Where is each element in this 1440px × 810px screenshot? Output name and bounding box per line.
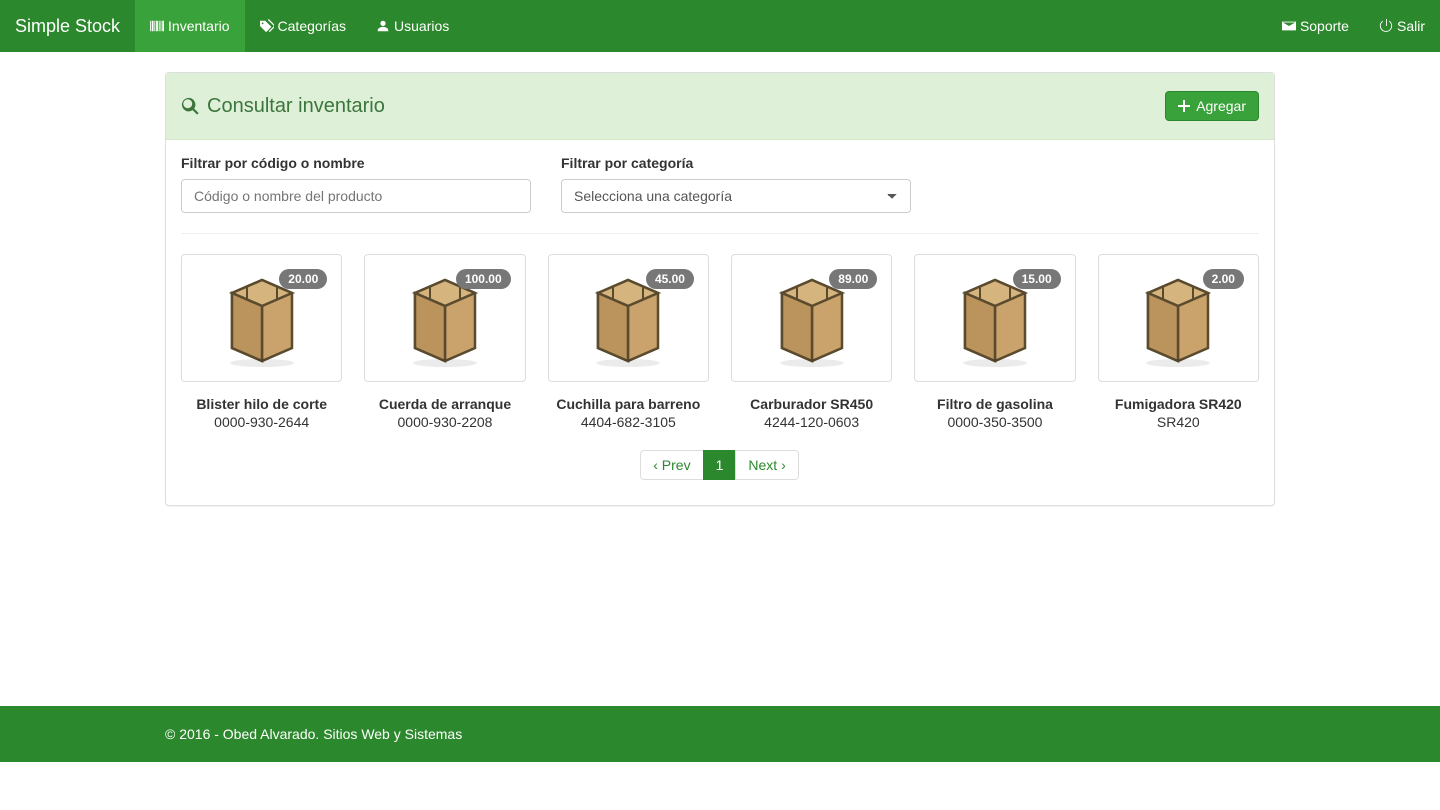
pagination: ‹ Prev 1 Next › (181, 450, 1259, 480)
qty-badge: 15.00 (1013, 269, 1061, 289)
qty-badge: 2.00 (1203, 269, 1244, 289)
page-current[interactable]: 1 (703, 450, 737, 480)
user-icon (376, 19, 390, 33)
panel-heading: Consultar inventario Agregar (166, 73, 1274, 140)
nav-inventario[interactable]: Inventario (135, 0, 244, 52)
product-card[interactable]: 15.00 Filtro de gasolina 0000-350-3500 (914, 254, 1075, 430)
footer: © 2016 - Obed Alvarado. Sitios Web y Sis… (0, 706, 1440, 762)
filter-code-input[interactable] (181, 179, 531, 213)
tags-icon (260, 19, 274, 33)
product-thumbnail: 89.00 (731, 254, 892, 382)
filters: Filtrar por código o nombre Filtrar por … (181, 155, 1259, 213)
product-name: Cuchilla para barreno (548, 396, 709, 412)
product-card[interactable]: 2.00 Fumigadora SR420 SR420 (1098, 254, 1259, 430)
filter-code-group: Filtrar por código o nombre (181, 155, 531, 213)
divider (181, 233, 1259, 234)
product-name: Blister hilo de corte (181, 396, 342, 412)
product-code: 4404-682-3105 (548, 414, 709, 430)
panel-title: Consultar inventario (181, 95, 385, 118)
page-prev[interactable]: ‹ Prev (640, 450, 703, 480)
plus-icon (1178, 100, 1190, 112)
qty-badge: 20.00 (279, 269, 327, 289)
page-next[interactable]: Next › (735, 450, 798, 480)
product-thumbnail: 45.00 (548, 254, 709, 382)
product-card[interactable]: 20.00 Blister hilo de corte 0000-930-264… (181, 254, 342, 430)
product-code: 0000-930-2644 (181, 414, 342, 430)
filter-category-group: Filtrar por categoría Selecciona una cat… (561, 155, 911, 213)
product-thumbnail: 100.00 (364, 254, 525, 382)
qty-badge: 100.00 (456, 269, 511, 289)
product-card[interactable]: 45.00 Cuchilla para barreno 4404-682-310… (548, 254, 709, 430)
filter-category-select[interactable]: Selecciona una categoría (561, 179, 911, 213)
product-name: Filtro de gasolina (914, 396, 1075, 412)
navbar: Simple Stock Inventario Categorías Usuar… (0, 0, 1440, 52)
nav-right: Soporte Salir (1267, 0, 1440, 52)
qty-badge: 89.00 (829, 269, 877, 289)
product-thumbnail: 20.00 (181, 254, 342, 382)
brand[interactable]: Simple Stock (0, 0, 135, 52)
inventory-panel: Consultar inventario Agregar Filtrar por… (165, 72, 1275, 506)
product-name: Cuerda de arranque (364, 396, 525, 412)
qty-badge: 45.00 (646, 269, 694, 289)
footer-text: © 2016 - Obed Alvarado. Sitios Web y Sis… (165, 726, 462, 742)
power-icon (1379, 19, 1393, 33)
product-grid: 20.00 Blister hilo de corte 0000-930-264… (181, 254, 1259, 430)
nav-soporte[interactable]: Soporte (1267, 0, 1364, 52)
product-code: 4244-120-0603 (731, 414, 892, 430)
add-button[interactable]: Agregar (1165, 91, 1259, 121)
product-code: 0000-350-3500 (914, 414, 1075, 430)
filter-code-label: Filtrar por código o nombre (181, 155, 531, 171)
barcode-icon (150, 19, 164, 33)
envelope-icon (1282, 19, 1296, 33)
search-icon (181, 97, 199, 115)
product-thumbnail: 15.00 (914, 254, 1075, 382)
nav-categorias[interactable]: Categorías (245, 0, 361, 52)
product-name: Carburador SR450 (731, 396, 892, 412)
product-card[interactable]: 100.00 Cuerda de arranque 0000-930-2208 (364, 254, 525, 430)
product-code: 0000-930-2208 (364, 414, 525, 430)
product-name: Fumigadora SR420 (1098, 396, 1259, 412)
product-thumbnail: 2.00 (1098, 254, 1259, 382)
product-code: SR420 (1098, 414, 1259, 430)
nav-left: Inventario Categorías Usuarios (135, 0, 464, 52)
product-card[interactable]: 89.00 Carburador SR450 4244-120-0603 (731, 254, 892, 430)
filter-category-label: Filtrar por categoría (561, 155, 911, 171)
panel-body: Filtrar por código o nombre Filtrar por … (166, 140, 1274, 505)
nav-salir[interactable]: Salir (1364, 0, 1440, 52)
nav-usuarios[interactable]: Usuarios (361, 0, 464, 52)
